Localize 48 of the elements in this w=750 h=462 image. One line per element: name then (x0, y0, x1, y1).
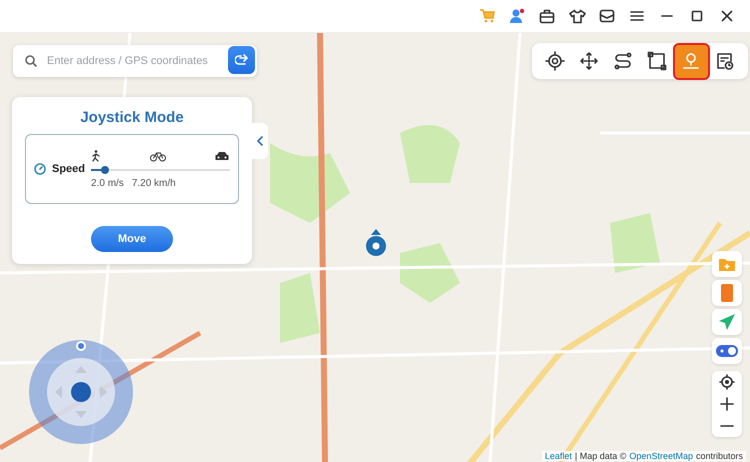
attribution-text: | Map data © (574, 451, 626, 461)
location-pin-icon (681, 51, 701, 71)
search-field[interactable]: Enter address / GPS coordinates (13, 45, 257, 77)
search-icon (25, 55, 37, 67)
location-marker-icon (365, 229, 387, 257)
car-icon (214, 150, 230, 162)
locate-icon (719, 374, 735, 390)
attribution-text: contributors (696, 451, 743, 461)
walking-icon (91, 150, 102, 162)
speed-reading: 7.20 km/h (132, 178, 176, 188)
bicycle-icon (150, 150, 166, 162)
toggle-button[interactable] (712, 338, 742, 364)
go-button[interactable] (228, 46, 255, 74)
mail-button[interactable] (598, 7, 616, 25)
speed-reading: 2.0 m/s (91, 178, 124, 188)
menu-icon (630, 10, 644, 22)
joystick-control[interactable] (28, 339, 134, 445)
shirt-icon (568, 8, 586, 24)
crosshair-icon (545, 51, 565, 71)
maximize-icon (691, 10, 703, 22)
close-icon (721, 10, 733, 22)
slider-thumb[interactable] (100, 166, 109, 174)
leaflet-link[interactable]: Leaflet (544, 451, 572, 461)
speedometer-icon (34, 163, 46, 175)
chevron-left-icon (257, 136, 263, 146)
collapse-button[interactable] (252, 123, 268, 159)
phone-button[interactable] (712, 280, 742, 306)
phone-icon (720, 283, 734, 303)
openstreetmap-link[interactable]: OpenStreetMap (629, 451, 693, 461)
move-arrows-icon (579, 51, 599, 71)
toolbox-button[interactable] (538, 7, 556, 25)
redirect-arrow-icon (234, 54, 248, 66)
area-icon (647, 51, 667, 71)
paper-plane-icon (718, 313, 736, 331)
move-button[interactable]: Move (91, 226, 173, 252)
mail-icon (599, 9, 615, 23)
history-icon (715, 51, 735, 71)
folder-icon (718, 256, 736, 272)
send-button[interactable] (712, 309, 742, 335)
zoom-in-icon (720, 397, 734, 411)
panel-title: Joystick Mode (80, 109, 184, 126)
speed-label: Speed (52, 163, 86, 175)
shirt-button[interactable] (568, 7, 586, 25)
route-icon (613, 51, 633, 71)
toggle-icon (716, 345, 738, 357)
joystick-mode-button[interactable] (674, 44, 708, 78)
toolbox-icon (539, 8, 555, 24)
cart-icon (479, 9, 495, 23)
